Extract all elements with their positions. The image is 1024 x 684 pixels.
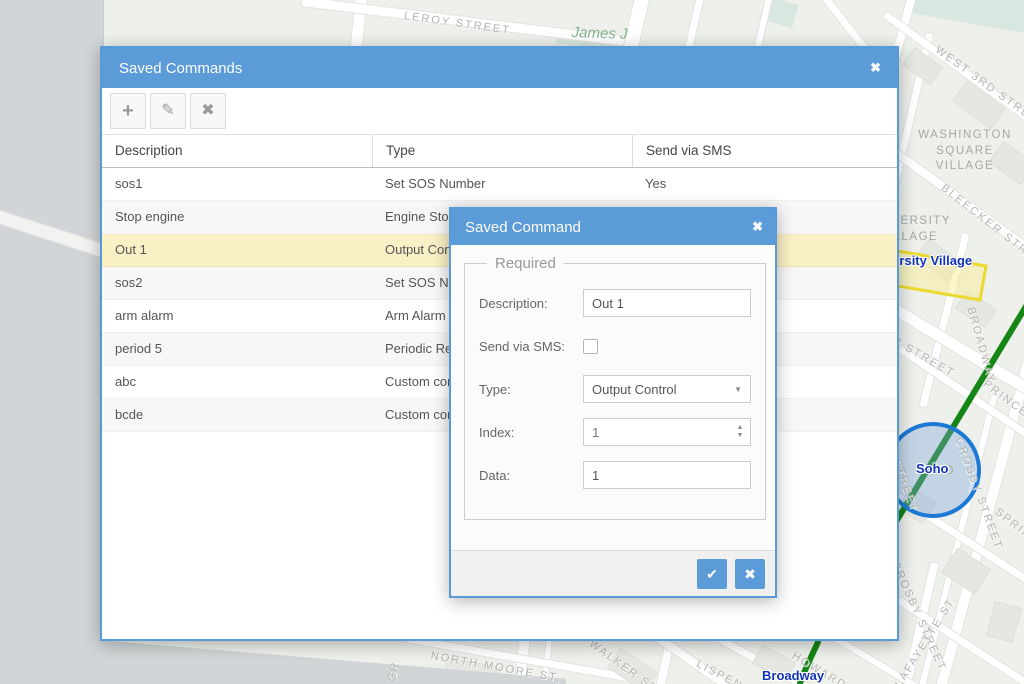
cell-description: sos2: [102, 267, 372, 299]
app-root: LEROY STREETJames JWEST 3RD STREETWASHIN…: [0, 0, 1024, 684]
cell-description: arm alarm: [102, 300, 372, 332]
index-row: Index: ▲ ▼: [479, 418, 751, 446]
description-label: Description:: [479, 296, 583, 311]
geofence-soho-zone[interactable]: [887, 424, 979, 516]
dialog-title: Saved Command: [465, 219, 581, 236]
dialog-header: Saved Commands ✖: [102, 48, 897, 88]
column-header-description: Description: [102, 135, 372, 167]
description-input[interactable]: [583, 289, 751, 317]
checkmark-icon: ✔: [706, 566, 718, 582]
x-icon: ✖: [201, 102, 214, 119]
data-input[interactable]: [583, 461, 751, 489]
dialog-header: Saved Command ✖: [451, 209, 775, 245]
type-select-value: Output Control: [592, 382, 677, 397]
x-icon: ✖: [744, 566, 756, 582]
delete-command-button[interactable]: ✖: [190, 93, 226, 129]
cell-description: bcde: [102, 399, 372, 431]
cell-description: period 5: [102, 333, 372, 365]
dialog-title: Saved Commands: [119, 60, 242, 77]
plus-icon: +: [122, 100, 134, 122]
column-header-type: Type: [372, 135, 632, 167]
add-command-button[interactable]: +: [110, 93, 146, 129]
required-fieldset: Required Description: Send via SMS: Type…: [464, 255, 766, 520]
send-via-sms-row: Send via SMS:: [479, 332, 751, 360]
chevron-down-icon: ▼: [734, 385, 742, 394]
send-via-sms-checkbox[interactable]: [583, 339, 598, 354]
spin-up-icon[interactable]: ▲: [730, 424, 750, 432]
cell-send_via_sms: Yes: [632, 168, 897, 200]
table-row[interactable]: sos1Set SOS NumberYes: [102, 168, 897, 201]
confirm-button[interactable]: ✔: [697, 559, 727, 589]
data-row: Data:: [479, 461, 751, 489]
cell-description: sos1: [102, 168, 372, 200]
type-select[interactable]: Output Control ▼: [583, 375, 751, 403]
form-footer: ✔ ✖: [451, 550, 775, 596]
description-row: Description:: [479, 289, 751, 317]
toolbar: + ✎ ✖: [102, 88, 897, 134]
index-stepper: ▲ ▼: [583, 418, 751, 446]
cell-description: abc: [102, 366, 372, 398]
send-via-sms-label: Send via SMS:: [479, 339, 583, 354]
column-header-send-via-sms: Send via SMS: [632, 135, 897, 167]
index-label: Index:: [479, 425, 583, 440]
data-label: Data:: [479, 468, 583, 483]
fieldset-legend: Required: [487, 255, 564, 272]
pencil-icon: ✎: [161, 102, 174, 119]
cell-description: Stop engine: [102, 201, 372, 233]
route-track-line-2: [800, 642, 818, 683]
close-icon[interactable]: ✖: [870, 60, 881, 76]
stepper-arrows: ▲ ▼: [730, 419, 750, 445]
cell-type: Set SOS Number: [372, 168, 632, 200]
index-input[interactable]: [584, 419, 730, 445]
form-body: Required Description: Send via SMS: Type…: [451, 245, 775, 550]
table-header: Description Type Send via SMS: [102, 134, 897, 168]
spin-down-icon[interactable]: ▼: [730, 432, 750, 440]
cell-description: Out 1: [102, 234, 372, 266]
saved-command-dialog: Saved Command ✖ Required Description: Se…: [449, 207, 777, 598]
close-icon[interactable]: ✖: [752, 219, 763, 235]
cancel-button[interactable]: ✖: [735, 559, 765, 589]
edit-command-button[interactable]: ✎: [150, 93, 186, 129]
type-label: Type:: [479, 382, 583, 397]
type-row: Type: Output Control ▼: [479, 375, 751, 403]
